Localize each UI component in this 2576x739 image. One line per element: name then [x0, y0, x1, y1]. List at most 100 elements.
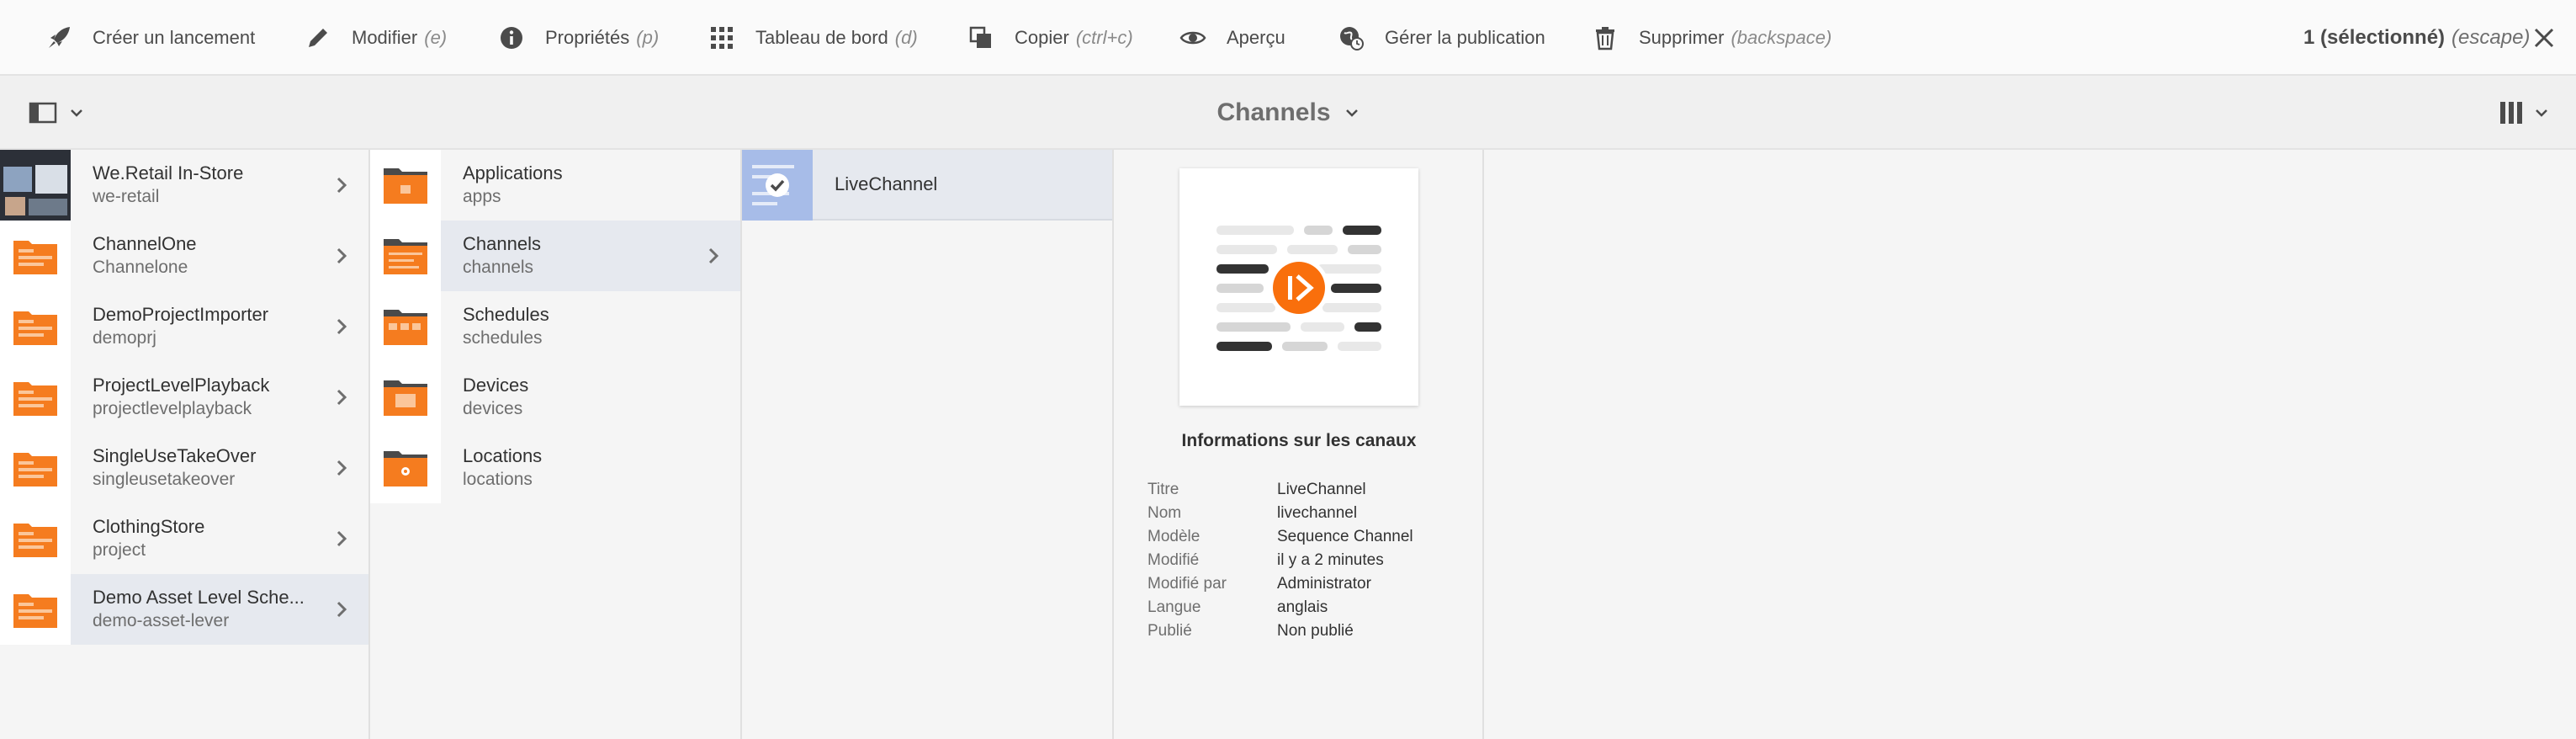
list-item[interactable]: Demo Asset Level Sche... demo-asset-lever	[0, 574, 368, 645]
property-row: Publié Non publié	[1148, 619, 1413, 643]
item-name: project	[93, 540, 146, 560]
edit-shortcut: (e)	[424, 27, 448, 48]
selected-check-icon	[742, 150, 813, 221]
property-value: Administrator	[1277, 575, 1371, 593]
item-name: schedules	[463, 328, 543, 348]
project-folder-icon	[0, 221, 71, 291]
folder-icon	[370, 150, 441, 221]
property-value: anglais	[1277, 598, 1328, 616]
item-title: DemoProjectImporter	[93, 304, 269, 325]
rocket-icon	[44, 23, 74, 53]
list-item[interactable]: Channels channels	[370, 221, 740, 291]
property-value: livechannel	[1277, 504, 1358, 522]
item-title: We.Retail In-Store	[93, 162, 244, 183]
project-folder-icon	[0, 503, 71, 574]
sequence-channel-icon	[1216, 226, 1381, 351]
list-item[interactable]: Applications apps	[370, 150, 740, 221]
list-item[interactable]: Schedules schedules	[370, 291, 740, 362]
list-item[interactable]: ChannelOne Channelone	[0, 221, 368, 291]
chevron-down-icon	[2536, 109, 2547, 117]
edit-label: Modifier	[352, 27, 418, 48]
item-title: Schedules	[463, 304, 549, 325]
info-panel: Informations sur les canaux Titre LiveCha…	[1114, 150, 1484, 739]
list-item[interactable]: DemoProjectImporter demoprj	[0, 291, 368, 362]
folder-icon	[370, 221, 441, 291]
create-launch-button[interactable]: Créer un lancement	[44, 0, 255, 76]
item-title: Applications	[463, 162, 563, 183]
column-channels: LiveChannel	[742, 150, 1114, 739]
delete-button[interactable]: Supprimer (backspace)	[1590, 0, 1831, 76]
info-heading: Informations sur les canaux	[1181, 431, 1417, 450]
item-name: demoprj	[93, 328, 156, 348]
copy-button[interactable]: Copier (ctrl+c)	[966, 0, 1133, 76]
list-item[interactable]: ClothingStore project	[0, 503, 368, 574]
item-title: ChannelOne	[93, 233, 197, 254]
list-item[interactable]: SingleUseTakeOver singleusetakeover	[0, 433, 368, 503]
list-item[interactable]: Devices devices	[370, 362, 740, 433]
list-item[interactable]: Locations locations	[370, 433, 740, 503]
close-icon[interactable]	[2529, 23, 2559, 53]
item-title: Devices	[463, 375, 529, 396]
selection-label: 1 (sélectionné)	[2303, 26, 2446, 49]
column-projects: We.Retail In-Store we-retail ChannelOne Ch…	[0, 150, 370, 739]
property-row: Modifié par Administrator	[1148, 572, 1413, 596]
property-row: Modèle Sequence Channel	[1148, 525, 1413, 549]
list-item[interactable]: LiveChannel	[742, 150, 1112, 221]
dashboard-label: Tableau de bord	[755, 27, 888, 48]
properties-label: Propriétés	[545, 27, 630, 48]
property-value: il y a 2 minutes	[1277, 551, 1384, 569]
column-folders: Applications apps Channels channels Schedu…	[370, 150, 742, 739]
project-thumbnail	[0, 150, 71, 221]
item-title: Demo Asset Level Sche...	[93, 587, 305, 608]
folder-icon	[370, 433, 441, 503]
channel-preview-card	[1179, 168, 1418, 406]
chevron-right-icon	[337, 318, 347, 335]
delete-label: Supprimer	[1639, 27, 1725, 48]
item-name: singleusetakeover	[93, 470, 236, 489]
manage-publication-label: Gérer la publication	[1385, 27, 1545, 48]
item-name: locations	[463, 470, 533, 489]
chevron-right-icon	[337, 177, 347, 194]
selection-shortcut: (escape)	[2451, 26, 2531, 49]
item-name: Channelone	[93, 258, 188, 277]
manage-publication-button[interactable]: Gérer la publication	[1336, 0, 1545, 76]
project-folder-icon	[0, 433, 71, 503]
copy-label: Copier	[1015, 27, 1069, 48]
sidebar-icon	[29, 102, 57, 124]
column-view-icon	[2500, 102, 2522, 124]
eye-icon	[1178, 23, 1208, 53]
list-item[interactable]: We.Retail In-Store we-retail	[0, 150, 368, 221]
chevron-right-icon	[708, 247, 719, 264]
project-folder-icon	[0, 574, 71, 645]
property-row: Modifié il y a 2 minutes	[1148, 549, 1413, 572]
property-key: Nom	[1148, 504, 1182, 522]
item-name: devices	[463, 399, 523, 418]
edit-button[interactable]: Modifier (e)	[303, 0, 447, 76]
item-name: projectlevelplayback	[93, 399, 252, 418]
property-key: Publié	[1148, 622, 1192, 640]
chevron-down-icon	[1345, 109, 1358, 117]
chevron-right-icon	[337, 530, 347, 547]
copy-icon	[966, 23, 996, 53]
grid-icon	[707, 23, 737, 53]
dashboard-button[interactable]: Tableau de bord (d)	[707, 0, 918, 76]
selection-count: 1 (sélectionné) (escape)	[2303, 0, 2530, 76]
property-row: Titre LiveChannel	[1148, 478, 1413, 502]
view-switcher-button[interactable]	[2499, 96, 2559, 130]
property-key: Modèle	[1148, 528, 1201, 545]
pencil-icon	[303, 23, 333, 53]
list-item[interactable]: ProjectLevelPlayback projectlevelplayback	[0, 362, 368, 433]
action-bar: Créer un lancement Modifier (e) Propriét…	[0, 0, 2576, 76]
delete-shortcut: (backspace)	[1731, 27, 1832, 48]
property-value: LiveChannel	[1277, 481, 1366, 498]
globe-clock-icon	[1336, 23, 1366, 53]
page-title-button[interactable]: Channels	[1216, 98, 1359, 127]
properties-button[interactable]: Propriétés (p)	[496, 0, 659, 76]
item-name: we-retail	[93, 187, 160, 206]
preview-button[interactable]: Aperçu	[1178, 0, 1285, 76]
trash-icon	[1590, 23, 1620, 53]
property-key: Titre	[1148, 481, 1179, 498]
project-folder-icon	[0, 362, 71, 433]
properties-list: Titre LiveChannel Nom livechannel Modèle Se…	[1148, 478, 1413, 643]
rail-toggle-button[interactable]	[29, 98, 91, 128]
